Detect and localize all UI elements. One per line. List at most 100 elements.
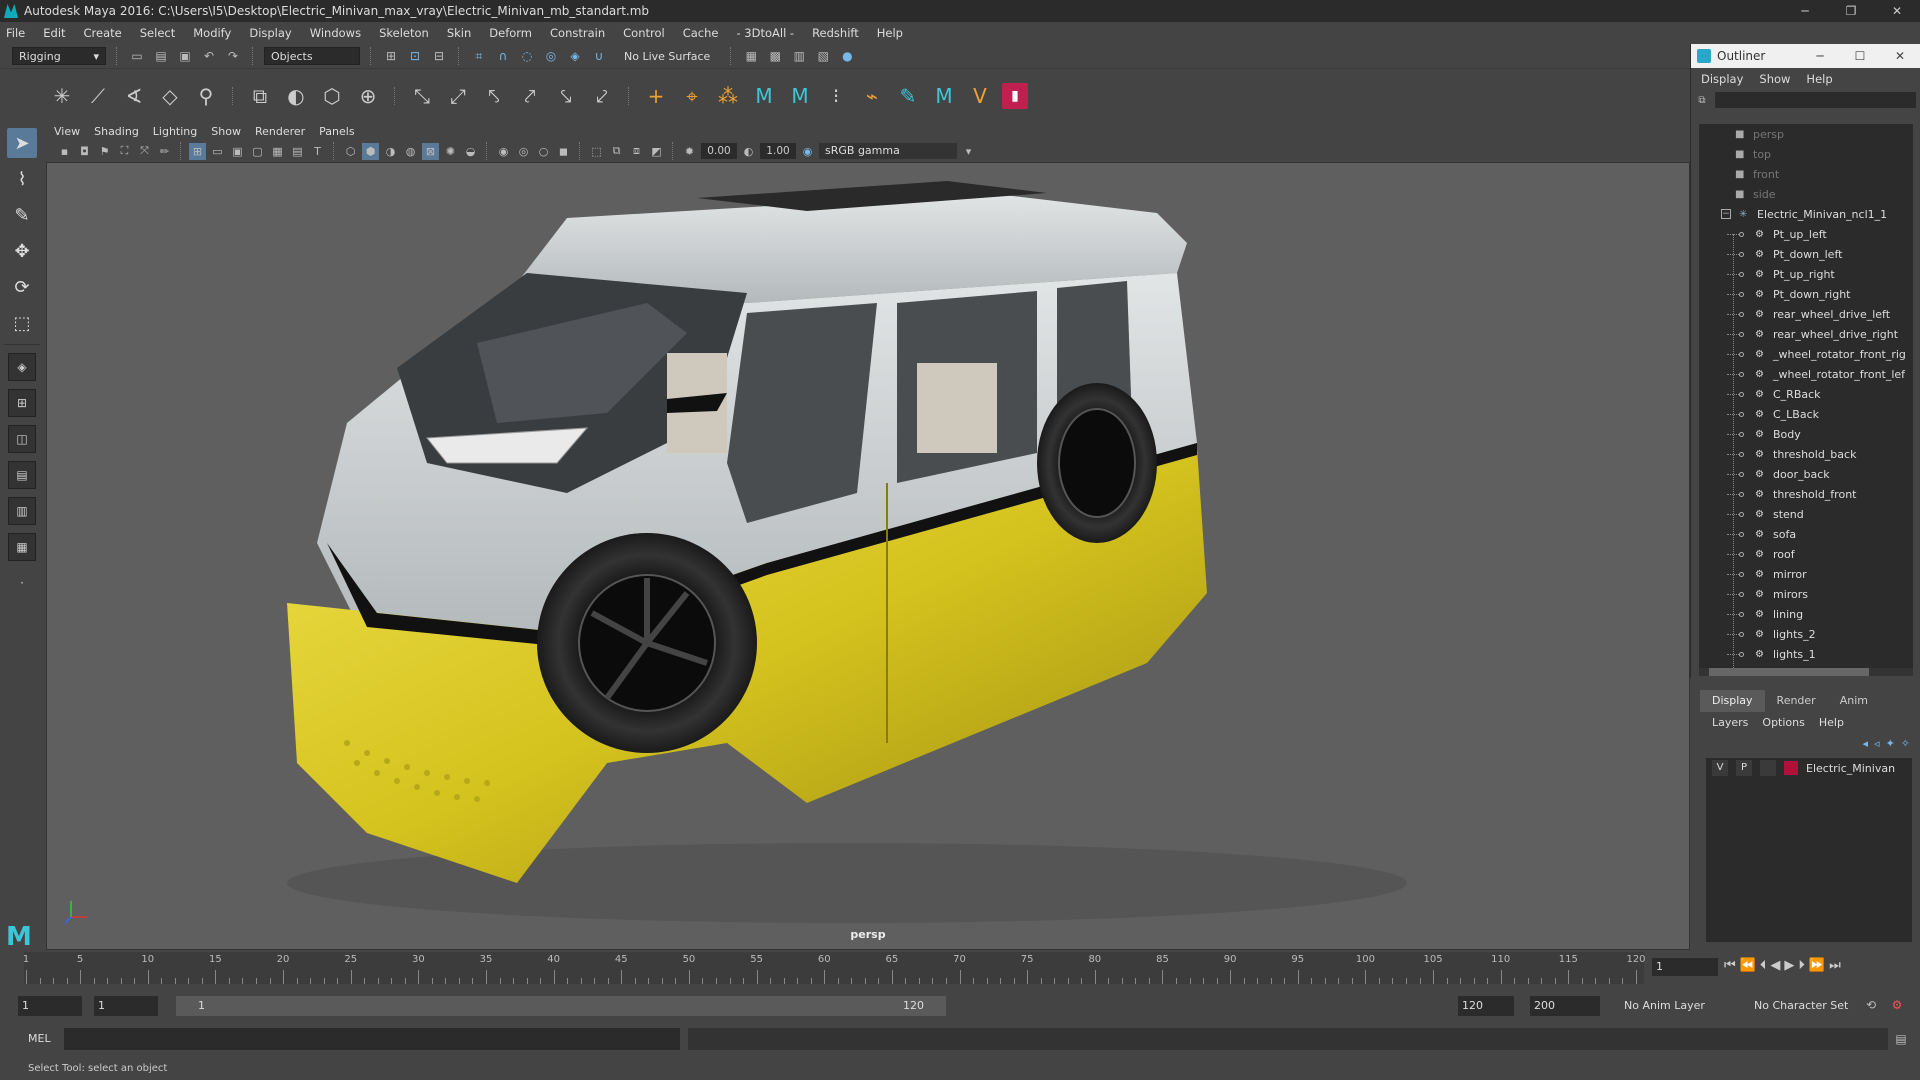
outliner-horizontal-scrollbar[interactable] bbox=[1699, 668, 1913, 676]
tree-item-camera[interactable]: ■ persp bbox=[1699, 124, 1913, 144]
point-constraint-icon[interactable]: ⤢ bbox=[444, 82, 472, 110]
playback-start-field[interactable]: 1 bbox=[94, 996, 158, 1016]
step-back-frame-icon[interactable]: ⏴ bbox=[1760, 958, 1767, 973]
snap-magnet-icon[interactable]: ∪ bbox=[590, 47, 608, 65]
script-editor-icon[interactable]: ▤ bbox=[1892, 1030, 1910, 1048]
shadows-icon[interactable]: ✺ bbox=[442, 143, 459, 160]
four-view-layout-icon[interactable]: ⊞ bbox=[8, 389, 36, 417]
save-scene-icon[interactable]: ▣ bbox=[176, 47, 194, 65]
outliner-menu-display[interactable]: Display bbox=[1701, 72, 1743, 86]
grid-icon[interactable]: ⊞ bbox=[189, 142, 206, 160]
menu-skeleton[interactable]: Skeleton bbox=[379, 26, 429, 40]
outliner-tree[interactable]: ■ persp ■ top ■ front ■ side − ✳ Electric_Mini… bbox=[1699, 124, 1913, 674]
exposure-field[interactable]: 0.00 bbox=[701, 143, 737, 159]
grease-pencil-icon[interactable]: ✏ bbox=[156, 143, 173, 160]
tree-item-camera[interactable]: ■ side bbox=[1699, 184, 1913, 204]
paint-select-icon[interactable]: ✎ bbox=[7, 200, 37, 230]
locator-icon[interactable]: + bbox=[642, 82, 670, 110]
scale-tool-icon[interactable]: ⬚ bbox=[7, 308, 37, 338]
tree-item[interactable]: ⚙ _wheel_rotator_front_lef bbox=[1699, 364, 1913, 384]
v-tool-icon[interactable]: V bbox=[966, 82, 994, 110]
minimize-button[interactable]: ─ bbox=[1782, 0, 1828, 22]
tree-item[interactable]: ⚙ roof bbox=[1699, 544, 1913, 564]
layer-visibility-toggle[interactable]: V bbox=[1712, 760, 1728, 776]
script-m3-icon[interactable]: M bbox=[930, 82, 958, 110]
xray-active-icon[interactable]: ⧈ bbox=[628, 143, 645, 160]
go-to-start-icon[interactable]: ⏮ bbox=[1724, 958, 1736, 973]
minivan-model[interactable] bbox=[47, 163, 1690, 950]
layer-menu-layers[interactable]: Layers bbox=[1712, 716, 1748, 729]
outliner-maximize-button[interactable]: ☐ bbox=[1840, 44, 1880, 68]
layer-row[interactable]: V P Electric_Minivan bbox=[1706, 758, 1912, 778]
tab-display[interactable]: Display bbox=[1700, 690, 1765, 712]
menu-modify[interactable]: Modify bbox=[193, 26, 231, 40]
hik-icon[interactable]: ⚲ bbox=[192, 82, 220, 110]
play-forward-icon[interactable]: ▶ bbox=[1784, 958, 1794, 973]
cluster-icon[interactable]: ⊕ bbox=[354, 82, 382, 110]
insert-joint-icon[interactable]: ◇ bbox=[156, 82, 184, 110]
bind-skin-icon[interactable]: ⧉ bbox=[246, 82, 274, 110]
color-management-icon[interactable]: ◉ bbox=[799, 143, 816, 160]
isolate-select-icon[interactable]: ⬚ bbox=[588, 143, 605, 160]
undo-icon[interactable]: ↶ bbox=[200, 47, 218, 65]
menu-windows[interactable]: Windows bbox=[310, 26, 361, 40]
tree-item[interactable]: ⚙ lining bbox=[1699, 604, 1913, 624]
script-m2-icon[interactable]: M bbox=[786, 82, 814, 110]
menuset-dropdown[interactable]: Rigging ▾ bbox=[12, 47, 106, 65]
more-layouts-icon[interactable]: · bbox=[8, 569, 36, 597]
ambient-occlusion-icon[interactable]: ◒ bbox=[462, 143, 479, 160]
perspective-viewport[interactable]: persp bbox=[46, 162, 1690, 950]
tree-item[interactable]: ⚙ rear_wheel_drive_right bbox=[1699, 324, 1913, 344]
set-key-icon[interactable]: ⌖ bbox=[678, 82, 706, 110]
select-component-icon[interactable]: ⊟ bbox=[430, 47, 448, 65]
tree-item[interactable]: ⚙ stend bbox=[1699, 504, 1913, 524]
tree-item[interactable]: ⚙ C_LBack bbox=[1699, 404, 1913, 424]
scene-end-field[interactable]: 200 bbox=[1530, 996, 1600, 1016]
tree-item-root[interactable]: − ✳ Electric_Minivan_ncl1_1 bbox=[1699, 204, 1913, 224]
select-object-icon[interactable]: ⊡ bbox=[406, 47, 424, 65]
camera-attr-icon[interactable]: ◘ bbox=[76, 143, 93, 160]
exposure-icon[interactable]: ✹ bbox=[681, 143, 698, 160]
current-frame-field[interactable]: 1 bbox=[1652, 958, 1718, 976]
render-current-icon[interactable]: ▩ bbox=[766, 47, 784, 65]
brush-icon[interactable]: ✎ bbox=[894, 82, 922, 110]
maximize-button[interactable]: ❐ bbox=[1828, 0, 1874, 22]
menu-skin[interactable]: Skin bbox=[447, 26, 471, 40]
scale-constraint-icon[interactable]: ⤤ bbox=[516, 82, 544, 110]
lattice-icon[interactable]: ⬡ bbox=[318, 82, 346, 110]
menu-control[interactable]: Control bbox=[623, 26, 665, 40]
curve-tool-icon[interactable]: ⌁ bbox=[858, 82, 886, 110]
filter-icon[interactable]: ⧉ bbox=[1695, 93, 1709, 107]
smooth-shade-icon[interactable]: ⬢ bbox=[362, 142, 379, 160]
menu-3dtoall[interactable]: - 3DtoAll - bbox=[736, 26, 794, 40]
depth-of-field-icon[interactable]: ○ bbox=[535, 143, 552, 160]
outliner-search-input[interactable] bbox=[1715, 92, 1916, 108]
snap-point-icon[interactable]: ◌ bbox=[518, 47, 536, 65]
go-to-end-icon[interactable]: ⏭ bbox=[1829, 958, 1841, 973]
safe-title-icon[interactable]: T bbox=[309, 143, 326, 160]
joint-tool-icon[interactable]: ✳ bbox=[48, 82, 76, 110]
camera-icon[interactable]: ▪ bbox=[56, 143, 73, 160]
collapse-icon[interactable]: − bbox=[1721, 209, 1731, 219]
anim-layer-dropdown[interactable]: No Anim Layer bbox=[1620, 996, 1730, 1016]
open-scene-icon[interactable]: ▤ bbox=[152, 47, 170, 65]
tree-item[interactable]: ⚙ Pt_down_right bbox=[1699, 284, 1913, 304]
new-layer-icon[interactable]: ✦ bbox=[1886, 737, 1895, 750]
menu-constrain[interactable]: Constrain bbox=[550, 26, 605, 40]
image-plane-icon[interactable]: ⛶ bbox=[116, 143, 133, 160]
panel-menu-lighting[interactable]: Lighting bbox=[153, 125, 197, 138]
menu-edit[interactable]: Edit bbox=[43, 26, 65, 40]
safe-action-icon[interactable]: ▤ bbox=[289, 143, 306, 160]
tree-item[interactable]: ⚙ rear_wheel_drive_left bbox=[1699, 304, 1913, 324]
layer-playback-toggle[interactable]: P bbox=[1736, 760, 1752, 776]
color-space-dropdown[interactable]: sRGB gamma bbox=[819, 143, 957, 159]
outliner-layout-icon[interactable]: ▤ bbox=[8, 461, 36, 489]
close-button[interactable]: ✕ bbox=[1874, 0, 1920, 22]
menu-redshift[interactable]: Redshift bbox=[812, 26, 859, 40]
pole-vector-icon[interactable]: ⤦ bbox=[588, 82, 616, 110]
tree-item-camera[interactable]: ■ front bbox=[1699, 164, 1913, 184]
outliner-menu-show[interactable]: Show bbox=[1759, 72, 1790, 86]
tree-item[interactable]: ⚙ Pt_up_right bbox=[1699, 264, 1913, 284]
tab-render[interactable]: Render bbox=[1765, 690, 1828, 712]
time-ruler[interactable]: 1 5 10 15 20 25 30 35 40 45 50 55 60 65 70 75 80 85 90 95 10… bbox=[23, 952, 1646, 984]
